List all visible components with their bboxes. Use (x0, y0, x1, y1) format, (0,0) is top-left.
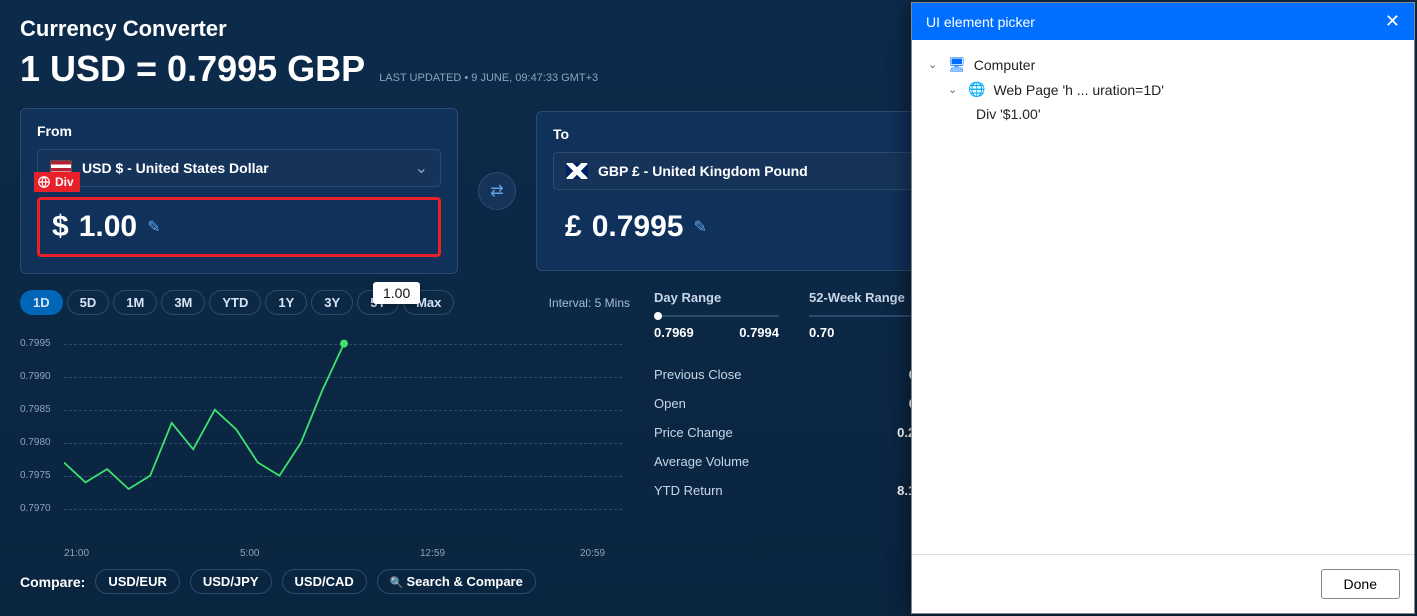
x-tick: 12:59 (420, 548, 445, 559)
stat-label: Average Volume (654, 454, 749, 469)
range-btn-1m[interactable]: 1M (113, 290, 157, 315)
y-tick: 0.7990 (20, 371, 51, 382)
day-range-bar (654, 315, 779, 317)
range-btn-1d[interactable]: 1D (20, 290, 63, 315)
x-tick: 21:00 (64, 548, 89, 559)
chevron-down-icon[interactable]: ⌄ (928, 58, 940, 71)
tree-root[interactable]: ⌄ 🖥 Computer (928, 52, 1398, 77)
stat-label: YTD Return (654, 483, 723, 498)
done-button[interactable]: Done (1321, 569, 1400, 599)
compare-label: Compare: (20, 574, 85, 590)
chevron-down-icon[interactable]: ⌄ (948, 83, 960, 96)
to-label: To (553, 126, 957, 142)
range-btn-1y[interactable]: 1Y (265, 290, 307, 315)
picker-title: UI element picker (926, 14, 1035, 30)
to-currency-select[interactable]: GBP £ - United Kingdom Pound ⌄ (553, 152, 957, 190)
from-currency-select[interactable]: USD $ - United States Dollar ⌄ (37, 149, 441, 187)
close-icon[interactable]: ✕ (1385, 11, 1400, 32)
compare-chip[interactable]: USD/JPY (190, 569, 272, 594)
day-range-label: Day Range (654, 290, 779, 305)
globe-icon: 🌐 (968, 81, 985, 98)
from-symbol: $ (52, 210, 69, 244)
pencil-icon[interactable]: ✎ (693, 217, 706, 237)
tree-page[interactable]: ⌄ 🌐 Web Page 'h ... uration=1D' (948, 77, 1398, 102)
y-tick: 0.7980 (20, 437, 51, 448)
from-panel: From USD $ - United States Dollar ⌄ $ 1.… (20, 108, 458, 274)
range-btn-ytd[interactable]: YTD (209, 290, 261, 315)
week52-lo: 0.70 (809, 325, 834, 340)
to-value-box[interactable]: £ 0.7995 ✎ (553, 200, 957, 254)
stat-label: Previous Close (654, 367, 741, 382)
day-range-hi: 0.7994 (739, 325, 779, 340)
x-tick: 20:59 (580, 548, 605, 559)
computer-icon: 🖥 (948, 56, 966, 73)
tree-leaf[interactable]: Div '$1.00' (976, 102, 1398, 126)
y-tick: 0.7985 (20, 404, 51, 415)
range-btn-3y[interactable]: 3Y (311, 290, 353, 315)
range-selector: 1D5D1M3MYTD1Y3Y5YMax Interval: 5 Mins (20, 290, 630, 315)
y-tick: 0.7975 (20, 470, 51, 481)
range-btn-5d[interactable]: 5D (67, 290, 110, 315)
range-btn-3m[interactable]: 3M (161, 290, 205, 315)
ui-element-picker-panel: UI element picker ✕ ⌄ 🖥 Computer ⌄ 🌐 Web… (911, 2, 1415, 614)
search-compare-button[interactable]: Search & Compare (377, 569, 536, 594)
stat-label: Price Change (654, 425, 733, 440)
compare-chip[interactable]: USD/EUR (95, 569, 180, 594)
to-symbol: £ (565, 210, 582, 244)
y-tick: 0.7970 (20, 503, 51, 514)
to-currency-text: GBP £ - United Kingdom Pound (598, 163, 921, 179)
compare-chip[interactable]: USD/CAD (282, 569, 367, 594)
last-updated: LAST UPDATED • 9 JUNE, 09:47:33 GMT+3 (379, 72, 598, 84)
interval-label: Interval: 5 Mins (549, 296, 630, 310)
element-highlight-badge: Div (34, 172, 80, 192)
day-range-lo: 0.7969 (654, 325, 694, 340)
swap-button[interactable]: ⇄ (478, 172, 516, 210)
x-tick: 5:00 (240, 548, 259, 559)
to-value: 0.7995 (592, 210, 684, 244)
chevron-down-icon: ⌄ (415, 158, 428, 178)
price-chart[interactable]: 0.7995 0.7990 0.7985 0.7980 0.7975 0.7970 21:… (20, 329, 630, 559)
from-value-box[interactable]: $ 1.00 ✎ (37, 197, 441, 257)
from-label: From (37, 123, 441, 139)
to-panel: To GBP £ - United Kingdom Pound ⌄ £ 0.79… (536, 111, 974, 271)
from-currency-text: USD $ - United States Dollar (82, 160, 405, 176)
pencil-icon[interactable]: ✎ (147, 217, 160, 237)
from-value: 1.00 (79, 210, 137, 244)
stat-label: Open (654, 396, 686, 411)
value-tooltip: 1.00 (373, 282, 420, 304)
rate-display: 1 USD = 0.7995 GBP (20, 48, 365, 90)
uk-flag-icon (566, 163, 588, 179)
y-tick: 0.7995 (20, 338, 51, 349)
